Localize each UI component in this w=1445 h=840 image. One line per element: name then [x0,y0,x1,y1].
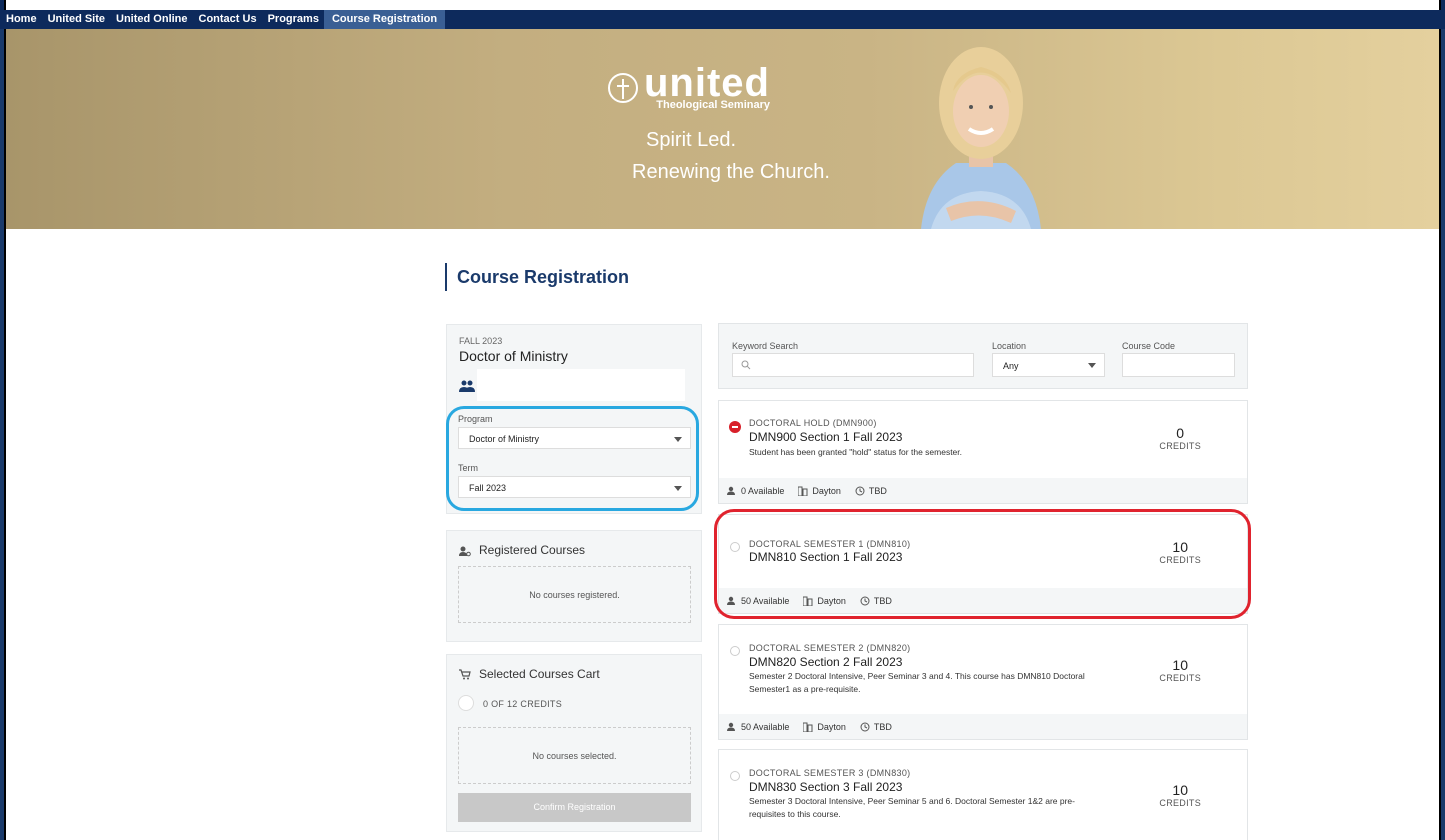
course-location: Dayton [817,721,846,732]
registered-courses-title: Registered Courses [479,543,586,557]
course-title: DMN820 Section 2 Fall 2023 [749,655,903,669]
program-name: Doctor of Ministry [459,348,568,364]
cross-icon [608,73,638,103]
course-card[interactable]: DOCTORAL SEMESTER 2 (DMN820) DMN820 Sect… [718,624,1248,740]
course-description: Student has been granted "hold" status f… [749,447,963,457]
cart-credits: 0 OF 12 CREDITS [483,699,563,709]
credits-label: CREDITS [1159,441,1201,451]
keyword-search-input[interactable] [732,353,974,377]
users-icon [459,380,475,392]
nav-contact-us[interactable]: Contact Us [193,10,262,29]
nav-programs[interactable]: Programs [262,10,324,29]
course-credits: 0 [1176,425,1185,441]
student-info-box [477,369,685,401]
user-icon [459,546,471,557]
course-title: DMN830 Section 3 Fall 2023 [749,780,903,794]
chevron-down-icon [1088,363,1096,368]
credits-label: CREDITS [1159,798,1201,808]
seminary-logo: united Theological Seminary [608,61,770,111]
confirm-registration-button[interactable]: Confirm Registration [458,793,691,822]
building-icon [803,722,813,732]
seats-available: 0 Available [741,485,785,496]
course-time: TBD [873,721,892,732]
program-term-highlight [446,406,699,511]
woman-photo [921,47,1041,229]
course-meta: 0 Available Dayton TBD [719,478,1247,503]
course-title: DMN900 Section 1 Fall 2023 [749,430,903,444]
nav-united-site[interactable]: United Site [42,10,110,29]
course-card[interactable]: DOCTORAL SEMESTER 3 (DMN830) DMN830 Sect… [718,749,1248,840]
seats-available: 50 Available [741,721,790,732]
hero-banner: united Theological Seminary Spirit Led. … [6,29,1439,229]
selected-course-highlight [714,509,1251,619]
course-code: DOCTORAL SEMESTER 2 (DMN820) [749,643,911,653]
cart-empty: No courses selected. [458,727,691,784]
nav-home[interactable]: Home [0,10,42,29]
user-icon [727,722,735,731]
registered-courses-panel: Registered Courses No courses registered… [446,530,702,642]
location-label: Location [992,341,1027,351]
course-code: DOCTORAL SEMESTER 3 (DMN830) [749,768,911,778]
search-filters: Keyword Search Location Any Course Code [718,323,1248,389]
course-credits: 10 [1172,657,1188,673]
course-code: DOCTORAL HOLD (DMN900) [749,418,877,428]
cart-icon [459,669,471,680]
credits-progress-ring [458,695,474,711]
clock-icon [855,486,865,495]
tagline-line-2: Renewing the Church. [632,161,830,183]
location-select[interactable]: Any [992,353,1105,377]
course-description: Semester 2 Doctoral Intensive, Peer Semi… [749,671,1085,694]
course-select-radio[interactable] [730,646,740,656]
course-location: Dayton [812,485,841,496]
tagline-line-1: Spirit Led. [646,129,737,151]
logo-subtitle: Theological Seminary [656,99,770,111]
course-description: Semester 3 Doctoral Intensive, Peer Semi… [749,796,1075,819]
page-title: Course Registration [445,263,629,291]
nav-united-online[interactable]: United Online [110,10,193,29]
credits-label: CREDITS [1159,673,1201,683]
course-time: TBD [868,485,887,496]
course-select-radio[interactable] [730,771,740,781]
top-nav: Home United Site United Online Contact U… [0,10,1445,29]
course-credits: 10 [1172,782,1188,798]
search-icon [741,360,751,370]
registered-empty: No courses registered. [458,566,691,623]
course-card[interactable]: DOCTORAL HOLD (DMN900) DMN900 Section 1 … [718,400,1248,504]
nav-course-registration[interactable]: Course Registration [323,10,446,29]
building-icon [798,486,808,496]
course-code-input[interactable] [1122,353,1235,377]
cart-title: Selected Courses Cart [479,667,600,681]
course-code-label: Course Code [1122,341,1176,351]
location-select-value: Any [1003,361,1019,371]
hold-icon [729,421,741,433]
logo-wordmark: united [644,61,770,105]
clock-icon [860,722,870,731]
course-meta: 50 Available Dayton TBD [719,714,1247,739]
selected-courses-cart: Selected Courses Cart 0 OF 12 CREDITS No… [446,654,702,832]
user-icon [727,486,735,495]
keyword-search-label: Keyword Search [732,341,799,351]
term-label: FALL 2023 [459,336,503,346]
